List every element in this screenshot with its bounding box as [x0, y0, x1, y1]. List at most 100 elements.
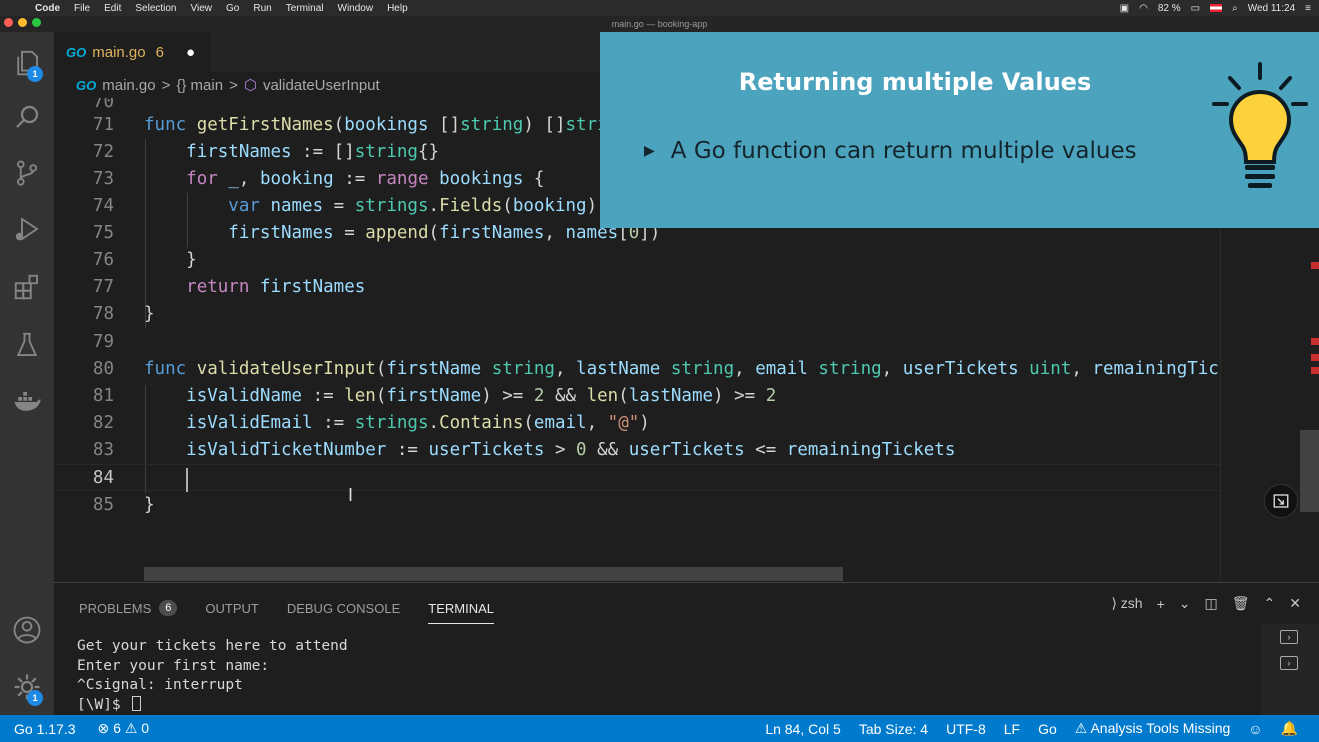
close-panel-icon[interactable]: ✕: [1289, 595, 1301, 612]
tab-problems[interactable]: PROBLEMS 6: [79, 593, 178, 623]
menu-run[interactable]: Run: [246, 3, 278, 14]
breadcrumb-scope[interactable]: {} main: [176, 77, 223, 94]
chevron-down-icon[interactable]: ⌄: [1179, 595, 1191, 612]
manage-button[interactable]: 1: [0, 662, 54, 712]
menu-selection[interactable]: Selection: [128, 3, 183, 14]
screen-record-icon[interactable]: ▣: [1120, 3, 1129, 14]
bottom-panel: PROBLEMS 6 OUTPUT DEBUG CONSOLE TERMINAL …: [54, 582, 1319, 715]
error-marker[interactable]: [1311, 354, 1319, 361]
battery-percent: 82 %: [1157, 2, 1181, 14]
go-file-icon: GO: [76, 77, 97, 93]
menu-window[interactable]: Window: [331, 3, 381, 14]
error-marker[interactable]: [1311, 367, 1319, 374]
vertical-scrollbar[interactable]: [1300, 430, 1319, 512]
open-in-panel-icon: [1273, 494, 1289, 508]
analysis-tools-status[interactable]: ⚠ Analysis Tools Missing: [1066, 720, 1239, 737]
tab-main-go[interactable]: GO main.go 6 ●: [54, 32, 212, 72]
menu-go[interactable]: Go: [219, 3, 246, 14]
code-line: 77 return firstNames: [54, 274, 1220, 301]
macos-menubar: Code File Edit Selection View Go Run Ter…: [0, 0, 1319, 16]
maximize-panel-icon[interactable]: ⌃: [1264, 595, 1276, 612]
text-cursor: [186, 468, 188, 492]
trash-icon[interactable]: 🗑: [1232, 595, 1250, 612]
tab-size[interactable]: Tab Size: 4: [850, 721, 937, 737]
menu-edit[interactable]: Edit: [97, 3, 128, 14]
line-number: 85: [92, 495, 114, 515]
horizontal-scrollbar[interactable]: [144, 567, 843, 581]
problems-indicator[interactable]: ⊗ 6 ⚠ 0: [89, 720, 159, 737]
menu-app[interactable]: Code: [28, 3, 67, 14]
tab-output[interactable]: OUTPUT: [205, 593, 258, 623]
language-mode[interactable]: Go: [1029, 721, 1066, 737]
terminal-shell-selector[interactable]: ⟩ zsh: [1111, 595, 1142, 612]
error-marker[interactable]: [1311, 262, 1319, 269]
source-control-button[interactable]: [0, 148, 54, 198]
lightbulb-icon: [1212, 62, 1308, 188]
explorer-button[interactable]: 1: [0, 38, 54, 88]
encoding[interactable]: UTF-8: [937, 721, 995, 737]
run-debug-button[interactable]: [0, 204, 54, 254]
error-marker[interactable]: [1311, 338, 1319, 345]
error-count: 6: [113, 720, 121, 736]
battery-icon[interactable]: ▭: [1191, 3, 1200, 14]
minimap[interactable]: [1220, 228, 1319, 582]
line-number: 78: [92, 304, 114, 324]
cursor-position[interactable]: Ln 84, Col 5: [756, 721, 850, 737]
flask-icon: [16, 332, 38, 356]
breadcrumb-separator: >: [161, 76, 171, 94]
tab-debug-console[interactable]: DEBUG CONSOLE: [287, 593, 400, 623]
panel-tabs: PROBLEMS 6 OUTPUT DEBUG CONSOLE TERMINAL: [79, 593, 494, 624]
slide-title: Returning multiple Values: [738, 68, 1092, 96]
tab-problem-count: 6: [155, 43, 164, 61]
menubar-clock[interactable]: Wed 11:24: [1248, 3, 1295, 14]
slide-bullet: ▶ A Go function can return multiple valu…: [644, 138, 1137, 164]
notifications-bell-icon[interactable]: 🔔: [1272, 720, 1307, 737]
go-file-icon: GO: [66, 44, 87, 60]
minimize-window-button[interactable]: [18, 18, 27, 27]
menu-view[interactable]: View: [184, 3, 220, 14]
testing-button[interactable]: [0, 320, 54, 370]
close-window-button[interactable]: [4, 18, 13, 27]
extensions-button[interactable]: [0, 262, 54, 312]
tab-label: PROBLEMS: [79, 600, 152, 616]
menu-terminal[interactable]: Terminal: [279, 3, 331, 14]
feedback-icon[interactable]: ☺: [1239, 721, 1271, 737]
breadcrumb-symbol[interactable]: validateUserInput: [263, 77, 380, 94]
accounts-button[interactable]: [0, 605, 54, 655]
window-title: main.go — booking-app: [0, 16, 1319, 32]
docker-button[interactable]: [0, 377, 54, 427]
zoom-window-button[interactable]: [32, 18, 41, 27]
new-terminal-icon[interactable]: +: [1157, 596, 1165, 612]
tab-terminal[interactable]: TERMINAL: [428, 593, 494, 624]
terminal-instance-icon[interactable]: ›: [1280, 656, 1298, 670]
keyboard-layout-flag-icon[interactable]: [1210, 4, 1223, 12]
status-bar: Go 1.17.3 ⊗ 6 ⚠ 0 Ln 84, Col 5 Tab Size:…: [0, 715, 1319, 742]
shell-name: zsh: [1120, 595, 1143, 611]
menu-file[interactable]: File: [67, 3, 97, 14]
menu-help[interactable]: Help: [380, 3, 415, 14]
code-line: 83 isValidTicketNumber := userTickets > …: [54, 437, 1220, 464]
breadcrumb-file[interactable]: main.go: [102, 77, 155, 94]
terminal-line: Enter your first name:: [77, 657, 270, 674]
tab-filename: main.go: [92, 43, 146, 61]
terminal-line: Get your tickets here to attend: [77, 638, 348, 654]
symbol-method-icon: ⬡: [243, 77, 257, 94]
line-number: 74: [92, 196, 114, 216]
extensions-icon: [14, 274, 38, 300]
unsaved-dot-icon[interactable]: ●: [186, 44, 195, 61]
terminal-output[interactable]: Get your tickets here to attend Enter you…: [77, 637, 348, 715]
window-controls: [4, 18, 41, 27]
code-line: 81 isValidName := len(firstName) >= 2 &&…: [54, 383, 1220, 410]
line-number: 81: [92, 386, 114, 406]
go-version[interactable]: Go 1.17.3: [0, 721, 85, 737]
split-terminal-icon[interactable]: ◫: [1205, 595, 1218, 612]
restore-panel-button[interactable]: [1264, 484, 1298, 518]
end-of-line[interactable]: LF: [995, 721, 1029, 737]
wifi-icon[interactable]: ◠: [1139, 3, 1148, 14]
search-button[interactable]: [0, 92, 54, 142]
spotlight-search-icon[interactable]: ⌕: [1232, 3, 1238, 14]
terminal-instance-icon[interactable]: ›: [1280, 630, 1298, 644]
line-number: 76: [92, 250, 114, 270]
control-center-icon[interactable]: ≡: [1305, 3, 1311, 14]
code-line: 76 }: [54, 247, 1220, 274]
